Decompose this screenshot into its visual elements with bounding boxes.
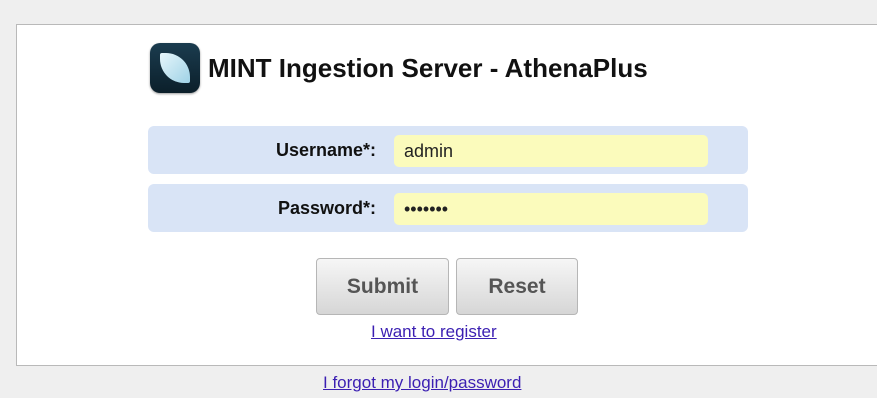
header: MINT Ingestion Server - AthenaPlus <box>150 40 648 96</box>
forgot-password-link[interactable]: I forgot my login/password <box>323 373 521 393</box>
reset-button[interactable]: Reset <box>456 258 578 315</box>
username-input[interactable] <box>394 135 708 167</box>
page-title: MINT Ingestion Server - AthenaPlus <box>208 52 648 83</box>
register-link[interactable]: I want to register <box>371 322 497 342</box>
submit-button[interactable]: Submit <box>316 258 449 315</box>
username-label: Username*: <box>275 140 376 160</box>
password-input[interactable] <box>394 193 708 225</box>
username-row: Username*: <box>148 126 748 174</box>
mint-leaf-logo-icon <box>150 43 200 93</box>
password-label: Password*: <box>277 198 376 218</box>
password-row: Password*: <box>148 184 748 232</box>
logo-leaf-shape <box>160 53 190 83</box>
button-row: Submit Reset <box>316 258 578 315</box>
